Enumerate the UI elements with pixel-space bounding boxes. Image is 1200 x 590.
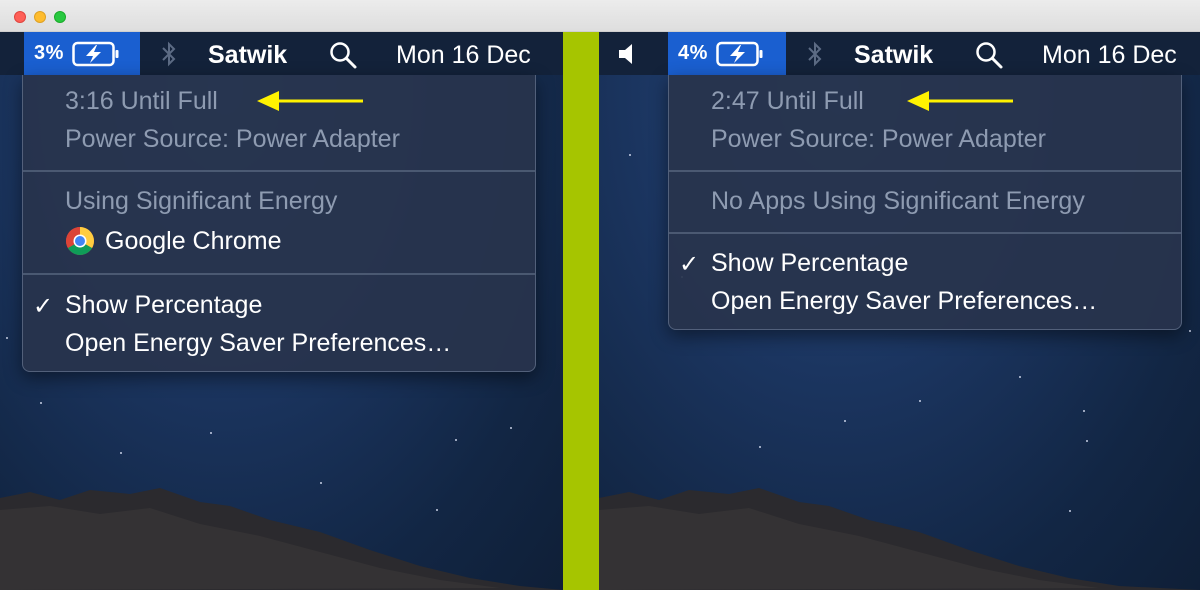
menu-bar-date[interactable]: Mon 16 Dec (396, 41, 531, 70)
mountain-silhouette (599, 488, 1200, 590)
menu-bar: 4% Satwik Mon 16 Dec (599, 32, 1200, 75)
checkmark-icon: ✓ (33, 293, 54, 320)
menu-separator (669, 232, 1181, 234)
yellow-arrow-annotation (907, 91, 1013, 111)
minimize-window-button[interactable] (34, 11, 46, 23)
google-chrome-icon (66, 227, 94, 255)
menu-item-open-energy-saver-preferences[interactable]: Open Energy Saver Preferences… (65, 329, 451, 358)
battery-charging-icon (716, 41, 763, 66)
right-screenshot-panel: 4% Satwik Mon 16 Dec 2:47 Until Full Pow… (599, 32, 1200, 590)
close-window-button[interactable] (14, 11, 26, 23)
window-titlebar (0, 0, 1200, 32)
user-name[interactable]: Satwik (854, 41, 933, 70)
zoom-window-button[interactable] (54, 11, 66, 23)
power-source: Power Source: Power Adapter (65, 125, 400, 153)
battery-status-item[interactable]: 3% (24, 32, 140, 75)
speaker-icon[interactable] (617, 42, 637, 66)
user-name[interactable]: Satwik (208, 41, 287, 70)
checkmark-icon: ✓ (679, 251, 700, 278)
bluetooth-icon[interactable] (806, 41, 824, 67)
time-until-full: 2:47 Until Full (711, 87, 864, 115)
time-until-full: 3:16 Until Full (65, 87, 218, 115)
battery-charging-icon (72, 41, 119, 66)
power-source: Power Source: Power Adapter (711, 125, 1046, 153)
search-icon[interactable] (974, 40, 1004, 70)
menu-item-show-percentage[interactable]: Show Percentage (711, 249, 908, 278)
mountain-silhouette (0, 488, 563, 590)
menu-bar-date[interactable]: Mon 16 Dec (1042, 41, 1177, 70)
energy-section-header: No Apps Using Significant Energy (711, 187, 1085, 215)
battery-percentage: 3% (34, 42, 64, 64)
menu-item-google-chrome[interactable]: Google Chrome (105, 227, 281, 256)
menu-item-show-percentage[interactable]: Show Percentage (65, 291, 262, 320)
left-screenshot-panel: 3% Satwik Mon 16 Dec 3:16 Until Full Pow… (0, 32, 563, 590)
battery-status-item[interactable]: 4% (668, 32, 786, 75)
green-divider (563, 32, 599, 590)
battery-percentage: 4% (678, 42, 708, 64)
search-icon[interactable] (328, 40, 358, 70)
menu-bar: 3% Satwik Mon 16 Dec (0, 32, 563, 75)
menu-separator (23, 170, 535, 172)
yellow-arrow-annotation (257, 91, 363, 111)
bluetooth-icon[interactable] (160, 41, 178, 67)
menu-separator (23, 273, 535, 275)
energy-section-header: Using Significant Energy (65, 187, 338, 215)
battery-dropdown-menu: 2:47 Until Full Power Source: Power Adap… (668, 75, 1182, 330)
battery-dropdown-menu: 3:16 Until Full Power Source: Power Adap… (22, 75, 536, 372)
menu-separator (669, 170, 1181, 172)
menu-item-open-energy-saver-preferences[interactable]: Open Energy Saver Preferences… (711, 287, 1097, 316)
